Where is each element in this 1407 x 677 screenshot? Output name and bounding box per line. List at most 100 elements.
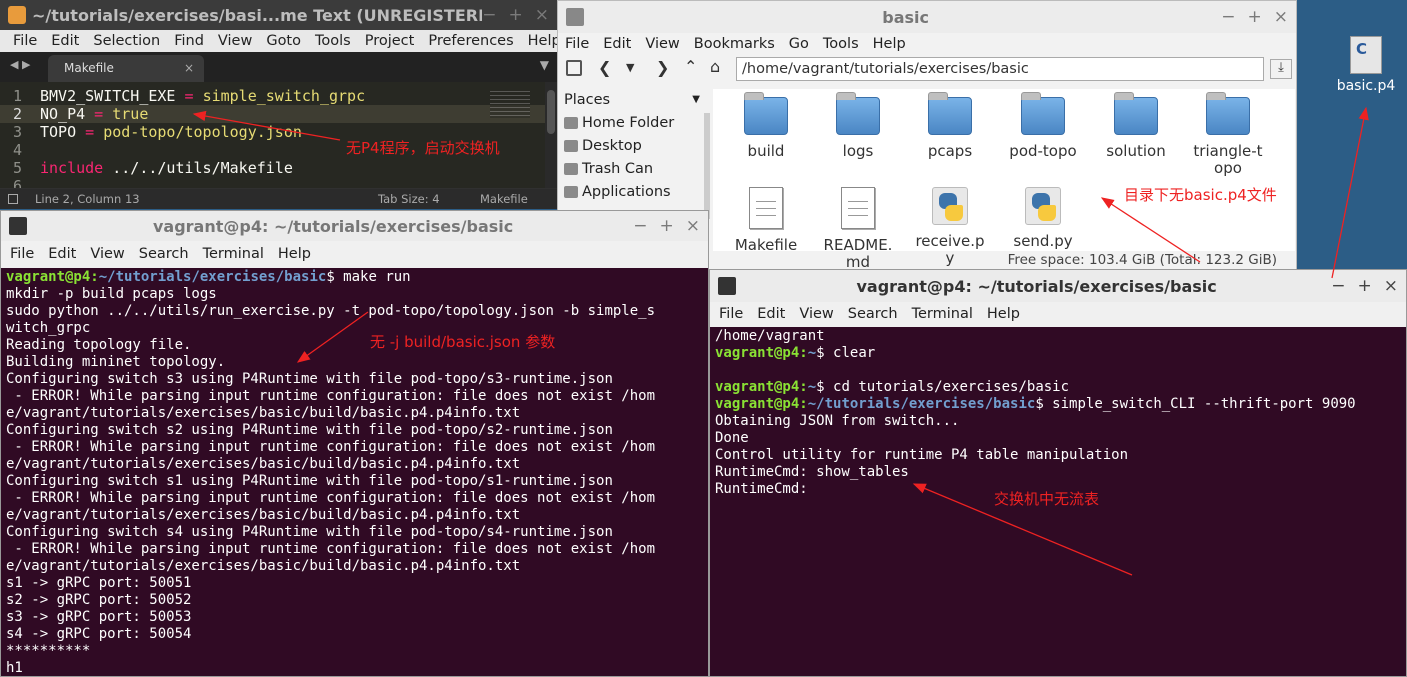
tab-makefile[interactable]: Makefile × xyxy=(48,55,204,82)
file-item-makefile[interactable]: Makefile xyxy=(721,187,811,254)
terminal-app-icon xyxy=(9,217,27,235)
term1-menu-help[interactable]: Help xyxy=(271,241,318,267)
close-icon[interactable]: × xyxy=(686,216,700,236)
term2-window-controls: − + × xyxy=(1331,276,1398,296)
file-item-pcaps[interactable]: pcaps xyxy=(905,92,995,160)
status-syntax[interactable]: Makefile xyxy=(480,189,528,209)
fm-sidebar-scrollbar[interactable] xyxy=(704,113,710,219)
place-applications[interactable]: Applications xyxy=(560,180,710,203)
term1-menu-edit[interactable]: Edit xyxy=(41,241,83,267)
term1-menu-file[interactable]: File xyxy=(3,241,41,267)
files-menu-file[interactable]: File xyxy=(558,33,596,55)
history-dropdown-icon[interactable]: ▼ xyxy=(626,61,634,74)
term1-titlebar[interactable]: vagrant@p4: ~/tutorials/exercises/basic … xyxy=(1,211,708,241)
files-menu-edit[interactable]: Edit xyxy=(596,33,638,55)
term2-menu-edit[interactable]: Edit xyxy=(750,302,792,326)
tab-close-icon[interactable]: × xyxy=(184,55,194,82)
file-item-logs[interactable]: logs xyxy=(813,92,903,160)
files-menu-tools[interactable]: Tools xyxy=(816,33,866,55)
term2-menu-view[interactable]: View xyxy=(792,302,840,326)
term2-menu-help[interactable]: Help xyxy=(980,302,1027,326)
editor-menubar: File Edit Selection Find View Goto Tools Projec… xyxy=(0,30,557,52)
file-item-label: build xyxy=(747,142,785,160)
term1-menu-terminal[interactable]: Terminal xyxy=(196,241,271,267)
maximize-icon[interactable]: + xyxy=(509,5,523,25)
place-trash-can[interactable]: Trash Can xyxy=(560,157,710,180)
annotation-term1: 无 -j build/basic.json 参数 xyxy=(370,333,556,351)
file-item-label: triangle-topo xyxy=(1193,142,1263,177)
editor-menu-edit[interactable]: Edit xyxy=(44,30,86,52)
new-tab-icon[interactable] xyxy=(566,60,582,76)
term1-line: - ERROR! While parsing input runtime con… xyxy=(6,490,656,506)
fm-titlebar[interactable]: basic − + × xyxy=(558,1,1296,33)
editor-menu-preferences[interactable]: Preferences xyxy=(421,30,520,52)
close-icon[interactable]: × xyxy=(1384,276,1398,296)
terminal-left: vagrant@p4: ~/tutorials/exercises/basic … xyxy=(0,210,709,677)
tab-dropdown-icon[interactable]: ▼ xyxy=(540,58,549,72)
close-icon[interactable]: × xyxy=(535,5,549,25)
places-dropdown-icon[interactable]: ▼ xyxy=(692,89,700,111)
code-key: NO_P4 xyxy=(40,105,86,123)
code-area[interactable]: 1 BMV2_SWITCH_EXE = simple_switch_grpc 2 NO… xyxy=(0,82,545,188)
desktop-file-label: basic.p4 xyxy=(1336,78,1396,94)
term1-line: witch_grpc xyxy=(6,320,91,336)
files-menu-bookmarks[interactable]: Bookmarks xyxy=(687,33,782,55)
maximize-icon[interactable]: + xyxy=(1358,276,1372,296)
status-indicator-icon[interactable] xyxy=(8,194,18,204)
editor-window: ~/tutorials/exercises/basi...me Text (UN… xyxy=(0,0,557,209)
term2-menu-file[interactable]: File xyxy=(712,302,750,326)
term1-line: Configuring switch s3 using P4Runtime wi… xyxy=(6,371,613,387)
editor-menu-goto[interactable]: Goto xyxy=(259,30,308,52)
editor-menu-file[interactable]: File xyxy=(6,30,44,52)
place-home-folder[interactable]: Home Folder xyxy=(560,111,710,134)
minimize-icon[interactable]: − xyxy=(1331,276,1345,296)
home-icon[interactable]: ⌂ xyxy=(710,57,720,76)
file-item-pod-topo[interactable]: pod-topo xyxy=(998,92,1088,160)
desktop-file-basic-p4[interactable]: C basic.p4 xyxy=(1336,36,1396,100)
folder-icon xyxy=(1114,92,1158,135)
minimize-icon[interactable]: − xyxy=(482,5,496,25)
file-item-label: logs xyxy=(842,142,874,160)
editor-menu-selection[interactable]: Selection xyxy=(86,30,167,52)
file-item-solution[interactable]: solution xyxy=(1091,92,1181,160)
path-field[interactable]: /home/vagrant/tutorials/exercises/basic xyxy=(736,57,1264,81)
place-desktop[interactable]: Desktop xyxy=(560,134,710,157)
maximize-icon[interactable]: + xyxy=(1248,7,1262,27)
files-menu-help[interactable]: Help xyxy=(866,33,913,55)
editor-menu-help[interactable]: Help xyxy=(521,30,557,52)
tab-nav-icon[interactable]: ◀ ▶ xyxy=(10,58,30,71)
term2-titlebar[interactable]: vagrant@p4: ~/tutorials/exercises/basic … xyxy=(710,270,1406,302)
minimap[interactable] xyxy=(490,88,530,118)
forward-icon[interactable]: ❯ xyxy=(656,58,669,77)
places-header[interactable]: Places ▼ xyxy=(560,89,710,111)
term1-line: - ERROR! While parsing input runtime con… xyxy=(6,541,656,557)
editor-menu-find[interactable]: Find xyxy=(167,30,211,52)
fm-title: basic xyxy=(882,7,929,27)
back-icon[interactable]: ❮ xyxy=(598,58,611,77)
term1-output[interactable]: vagrant@p4:~/tutorials/exercises/basic$ … xyxy=(1,268,708,676)
editor-scrollbar[interactable] xyxy=(545,82,557,188)
files-menu-view[interactable]: View xyxy=(638,33,686,55)
editor-menu-tools[interactable]: Tools xyxy=(308,30,358,52)
minimize-icon[interactable]: − xyxy=(1221,7,1235,27)
term2-menu-search[interactable]: Search xyxy=(841,302,905,326)
term2-menu-terminal[interactable]: Terminal xyxy=(905,302,980,326)
editor-menu-project[interactable]: Project xyxy=(358,30,422,52)
file-item-build[interactable]: build xyxy=(721,92,811,160)
annotation-files: 目录下无basic.p4文件 xyxy=(1124,186,1277,204)
minimize-icon[interactable]: − xyxy=(633,216,647,236)
maximize-icon[interactable]: + xyxy=(660,216,674,236)
status-tab-size[interactable]: Tab Size: 4 xyxy=(378,189,440,209)
path-go-icon[interactable]: ⤓ xyxy=(1270,59,1292,79)
files-menu-go[interactable]: Go xyxy=(782,33,816,55)
code-value: true xyxy=(112,105,149,123)
up-icon[interactable]: ⌃ xyxy=(684,57,697,76)
editor-menu-view[interactable]: View xyxy=(211,30,259,52)
term1-menu-search[interactable]: Search xyxy=(132,241,196,267)
term1-menu-view[interactable]: View xyxy=(83,241,131,267)
close-icon[interactable]: × xyxy=(1274,7,1288,27)
file-item-triangle-topo[interactable]: triangle-topo xyxy=(1183,92,1273,177)
term1-line: Configuring switch s1 using P4Runtime wi… xyxy=(6,473,613,489)
editor-titlebar[interactable]: ~/tutorials/exercises/basi...me Text (UN… xyxy=(0,0,557,30)
file-item-send-py[interactable]: send.py xyxy=(998,187,1088,250)
